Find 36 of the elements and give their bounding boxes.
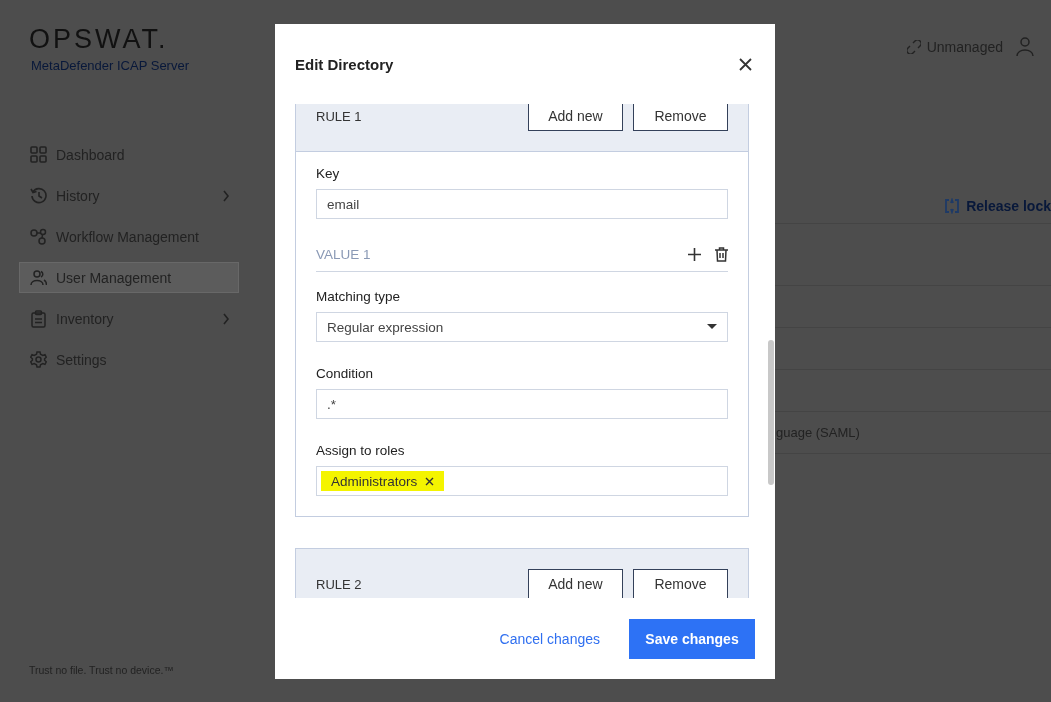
input-field[interactable]: email	[316, 189, 728, 219]
dialog-title: Edit Directory	[295, 55, 394, 73]
workflow-icon	[30, 227, 47, 246]
remove-button[interactable]: Remove	[633, 569, 728, 598]
role-tag: Administrators	[321, 471, 445, 491]
field-label: Key	[316, 166, 341, 181]
clipboard-icon	[30, 309, 47, 328]
product-name: MetaDefender ICAP Server	[31, 58, 189, 73]
history-icon	[30, 186, 47, 205]
refresh-icon	[944, 198, 961, 214]
role-field[interactable]: Administrators	[316, 466, 728, 496]
rule-title: RULE 2	[316, 576, 363, 592]
input-field[interactable]: .*	[316, 389, 728, 419]
settings-icon	[30, 350, 47, 369]
trash-icon[interactable]	[715, 246, 728, 262]
field-label: Condition	[316, 366, 375, 381]
plus-icon[interactable]	[688, 247, 701, 261]
sidebar-item[interactable]: User Management	[19, 262, 239, 293]
add-new-button[interactable]: Add new	[528, 104, 623, 131]
add-new-button[interactable]: Add new	[528, 569, 623, 598]
caret-icon	[707, 324, 717, 330]
value-title: VALUE 1	[316, 246, 372, 262]
grid-icon	[30, 145, 47, 164]
close-icon[interactable]	[425, 476, 435, 486]
field-label: Assign to roles	[316, 443, 406, 458]
save-button[interactable]: Save changes	[629, 618, 755, 659]
scrollbar[interactable]	[768, 340, 774, 485]
cancel-link[interactable]: Cancel changes	[499, 630, 600, 647]
field-label: Matching type	[316, 289, 402, 304]
users-icon	[30, 268, 47, 287]
broken-link-icon	[906, 40, 921, 54]
logo: OPSWAT.	[29, 24, 169, 54]
close-icon[interactable]	[739, 57, 752, 71]
dropdown[interactable]: Regular expression	[316, 312, 728, 342]
remove-button[interactable]: Remove	[633, 104, 728, 131]
rule-title: RULE 1	[316, 108, 363, 124]
